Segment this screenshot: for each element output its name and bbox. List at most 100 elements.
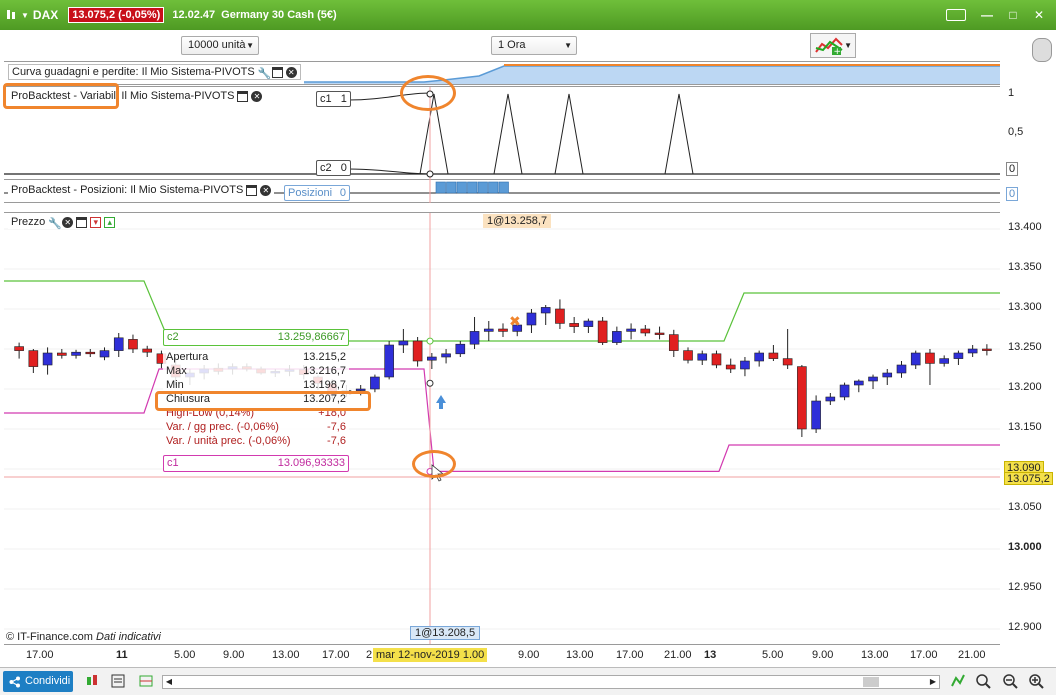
candle-body [57,352,67,356]
positions-axis: 0 [1000,181,1056,203]
move-down-icon[interactable]: ▾ [90,216,102,228]
positions-badge: Posizioni 0 [284,185,350,201]
candlestick-icon[interactable] [5,8,17,22]
list-icon[interactable] [110,673,126,689]
var-axis-tick: 1 [1008,87,1015,99]
chevron-down-icon: ▼ [844,41,852,50]
position-block [488,181,499,194]
zoom-knob[interactable] [1032,38,1052,62]
scroll-left-icon[interactable]: ◀ [163,676,175,688]
units-select[interactable]: 10000 unità ▼ [181,36,259,55]
ohlc-row: Max 13.216,7 [163,364,349,378]
price-axis-tick: 12.950 [1008,581,1042,593]
fit-zoom-icon[interactable] [975,673,991,689]
candle-body [28,350,39,367]
close-icon[interactable]: ✕ [285,66,297,78]
horizontal-scrollbar[interactable]: ◀ ▶ [162,675,940,689]
last-price-tag: 13.075,2 [1004,472,1053,485]
candle-body [725,364,736,370]
move-up-icon[interactable]: ▴ [104,216,116,228]
wrench-icon[interactable]: 🔧 [48,217,62,230]
candle-body [740,360,750,370]
window-icon[interactable] [237,90,249,102]
close-icon[interactable]: ✕ [251,90,263,102]
positions-badge-name: Posizioni [288,187,333,199]
window-icon[interactable] [271,66,283,78]
symbol-name[interactable]: DAX [33,8,58,22]
price-axis-tick: 12.900 [1008,621,1042,633]
ohlc-value: -7,6 [327,421,346,433]
trade-exit-label: 1@13.208,5 [410,626,481,640]
share-button[interactable]: Condividi [3,671,73,692]
ohlc-row: Var. / gg prec. (-0,06%) -7,6 [163,420,349,434]
close-icon[interactable]: ✕ [62,216,74,228]
time-axis[interactable]: 17.00115.009.0013.0017.0028.009.0013.001… [4,644,1000,666]
candle-body [42,352,53,366]
candle-body [612,331,622,343]
candle-body [583,320,594,327]
highlight-rect-close [155,391,371,411]
c2-level-line [4,280,1000,342]
c2-level-name: c2 [167,331,179,343]
position-block [456,181,467,194]
candle-body [668,334,679,351]
variables-panel: ProBacktest - Variabili Il Mio Sistema-P… [4,86,1000,181]
close-icon[interactable]: ✕ [1030,8,1048,22]
candle-body [768,352,779,359]
positions-axis-value: 0 [1006,187,1019,201]
time-axis-tick: 17.00 [910,649,938,661]
ohlc-value: -7,6 [327,435,346,447]
time-axis-tick: 13 [704,649,717,661]
minimize-icon[interactable]: — [978,8,996,22]
equity-panel-title: Curva guadagni e perdite: Il Mio Sistema… [12,66,255,78]
candle-body [825,396,836,402]
timeframe-select[interactable]: 1 Ora ▼ [491,36,577,55]
time-axis-tick: 9.00 [223,649,245,661]
c1-level-name: c1 [167,457,179,469]
window-icon[interactable] [76,216,88,228]
time-axis-tick: 21.00 [958,649,986,661]
price-panel: ✖ Prezzo 🔧 ✕ ▾ ▴ 1@13.258,7 1@13.208,5 ©… [4,212,1000,645]
candle-body [142,348,153,353]
time-axis-tick: 13.00 [272,649,300,661]
highlight-ring-c1 [400,75,456,111]
window-icon[interactable] [246,184,258,196]
grid-settings-icon[interactable] [138,673,154,689]
chevron-down-icon[interactable]: ▼ [21,11,29,20]
time-axis-tick: 17.00 [322,649,350,661]
zoom-out-icon[interactable] [1002,673,1018,689]
zoom-in-icon[interactable] [1028,673,1044,689]
variables-panel-system: Il Mio Sistema-PIVOTS [121,90,235,102]
autoscale-icon[interactable] [950,673,966,689]
c1-level-value: 13.096,93333 [277,457,345,469]
ohlc-key: Var. / unità prec. (-0,06%) [166,435,291,447]
price-axis-tick: 13.200 [1008,381,1042,393]
ohlc-key: Min [166,379,184,391]
maximize-icon[interactable]: □ [1004,8,1022,22]
scroll-right-icon[interactable]: ▶ [927,676,939,688]
candle-body [441,353,451,358]
candle-body [455,343,466,355]
close-icon[interactable]: ✕ [260,184,272,196]
price-panel-title: Prezzo [11,216,46,228]
variables-axis: 1 0,5 0 [1000,86,1056,180]
svg-text:+: + [834,47,842,56]
price-axis-tick: 13.350 [1008,261,1042,273]
price-axis[interactable]: 13.40013.35013.30013.25013.20013.15013.1… [1000,212,1056,644]
positions-panel-label: ProBacktest - Posizioni: Il Mio Sistema-… [8,183,275,197]
time-axis-tick: 13.00 [566,649,594,661]
candle-body [782,358,793,366]
price-chart[interactable]: ✖ [4,213,1000,645]
ohlc-row: Apertura 13.215,2 [163,350,349,364]
keyboard-icon[interactable] [946,9,966,21]
time-axis-tick: 5.00 [174,649,196,661]
highlight-ring-c1-level [412,450,456,478]
candle-body [640,328,651,334]
price-axis-tick: 13.300 [1008,301,1042,313]
candle-body [483,328,494,332]
candle-body [754,352,764,362]
candle-style-icon[interactable] [84,673,100,689]
scrollbar-thumb[interactable] [863,677,879,687]
wrench-icon[interactable]: 🔧 [258,67,272,80]
add-indicator-button[interactable]: + ▼ [810,33,856,58]
